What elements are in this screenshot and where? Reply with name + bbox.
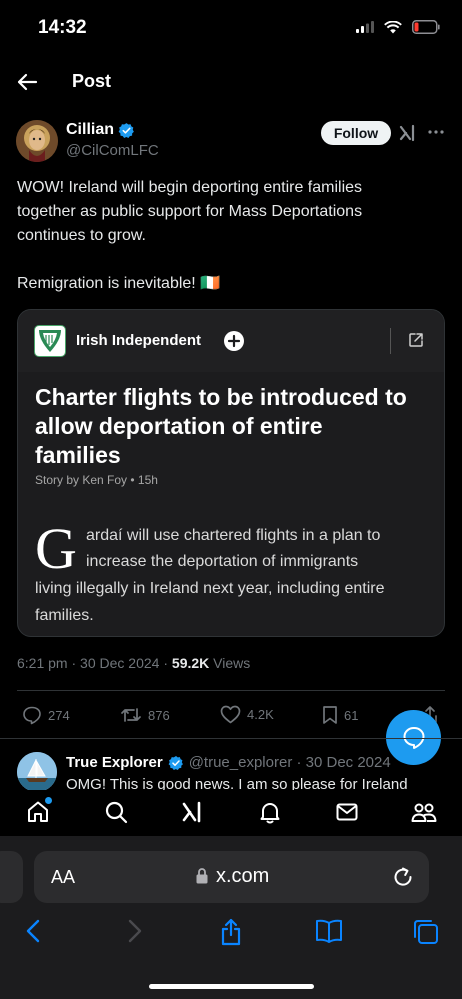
author-name-text: Cillian (66, 121, 115, 138)
reply-button[interactable]: 274 (22, 705, 70, 725)
safari-forward-icon[interactable] (123, 918, 145, 944)
reply-author-name[interactable]: True Explorer (66, 754, 163, 771)
card-header-divider (390, 328, 391, 354)
divider (0, 738, 462, 739)
article-headline-line: Charter flights to be introduced to (35, 384, 407, 410)
divider (17, 690, 445, 691)
bookmark-icon (323, 706, 337, 724)
post-meta: 6:21 pm · 30 Dec 2024 · 59.2K Views (17, 655, 251, 671)
views-count: 59.2K (171, 655, 210, 671)
back-arrow-icon[interactable] (16, 72, 38, 92)
home-indicator (149, 984, 314, 989)
messages-icon[interactable] (335, 800, 359, 824)
grok-icon[interactable] (398, 123, 418, 143)
article-headline-line: families (35, 442, 121, 468)
bottom-tab-bar (0, 790, 462, 836)
like-icon (220, 705, 241, 724)
reply-icon (23, 706, 41, 725)
article-body-line: families. (35, 607, 94, 624)
repost-button[interactable]: 876 (120, 705, 170, 725)
reply-count: 274 (48, 707, 70, 723)
post-time: 6:21 pm (17, 655, 68, 671)
external-link-icon[interactable] (408, 332, 424, 348)
tweet-text-line: Remigration is inevitable! 🇮🇪 (17, 275, 221, 292)
home-notification-dot (45, 797, 52, 804)
reply-header: True Explorer @true_explorer · 30 Dec 20… (66, 754, 391, 771)
tabs-icon[interactable] (412, 918, 440, 946)
more-icon[interactable] (427, 123, 445, 141)
search-icon[interactable] (104, 800, 128, 824)
battery-icon (412, 20, 440, 34)
tweet-text-line: continues to grow. (17, 227, 146, 244)
verified-badge-icon (118, 122, 134, 138)
bookmark-count: 61 (344, 707, 359, 723)
cellular-signal-icon (356, 21, 374, 33)
communities-icon[interactable] (411, 800, 437, 824)
plus-icon[interactable] (224, 331, 244, 351)
bookmarks-book-icon[interactable] (314, 918, 344, 944)
lock-icon (195, 867, 209, 885)
author-avatar[interactable] (16, 120, 58, 162)
previous-tab-sliver[interactable] (0, 851, 23, 903)
article-body-line: ardaí will use chartered flights in a pl… (86, 527, 381, 544)
like-button[interactable]: 4.2K (220, 705, 274, 724)
article-dropcap: G (35, 516, 77, 581)
tweet-text-line: WOW! Ireland will begin deporting entire… (17, 179, 363, 196)
article-headline-line: allow deportation of entire (35, 413, 323, 439)
follow-button[interactable]: Follow (321, 121, 391, 145)
repost-icon (121, 708, 141, 722)
bookmark-button[interactable]: 61 (322, 705, 358, 725)
wifi-icon (384, 20, 402, 33)
notifications-icon[interactable] (258, 800, 282, 824)
url-text[interactable]: x.com (216, 865, 269, 888)
reply-avatar[interactable] (17, 752, 57, 792)
views-label: Views (213, 655, 251, 671)
like-count: 4.2K (247, 707, 274, 722)
tweet-text-line: together as public support for Mass Depo… (17, 203, 363, 220)
grok-tab-icon[interactable] (181, 800, 205, 824)
source-name[interactable]: Irish Independent (76, 332, 201, 349)
safari-share-icon[interactable] (219, 918, 243, 946)
page-title: Post (72, 71, 112, 91)
verified-badge-icon (168, 755, 183, 770)
reply-handle-date: @true_explorer · 30 Dec 2024 (188, 754, 391, 771)
article-body-line: living illegally in Ireland next year, i… (35, 580, 385, 597)
article-card[interactable]: Irish Independent Charter flights to be … (17, 309, 445, 637)
reload-icon[interactable] (392, 866, 414, 888)
author-name[interactable]: Cillian (66, 121, 135, 139)
status-time: 14:32 (38, 17, 87, 38)
article-byline: Story by Ken Foy • 15h (35, 473, 158, 487)
author-handle[interactable]: @CilComLFC (66, 142, 159, 159)
article-body-line: increase the deportation of immigrants (86, 553, 359, 570)
reader-options-button[interactable]: AA (51, 867, 75, 888)
repost-count: 876 (148, 707, 170, 723)
source-logo (34, 325, 66, 357)
status-icons (356, 20, 440, 34)
safari-back-icon[interactable] (23, 918, 45, 944)
post-date: 30 Dec 2024 (80, 655, 160, 671)
